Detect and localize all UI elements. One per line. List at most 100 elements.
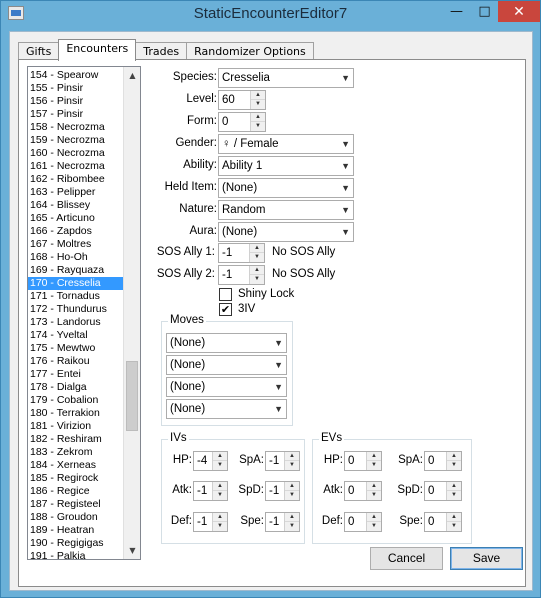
list-item[interactable]: 185 - Regirock — [28, 472, 123, 485]
list-item[interactable]: 166 - Zapdos — [28, 225, 123, 238]
shiny-lock-label[interactable]: Shiny Lock — [238, 288, 294, 300]
species-dropdown[interactable]: Cresselia ▼ — [218, 68, 354, 88]
spin-down-icon[interactable]: ▼ — [447, 491, 461, 500]
list-item[interactable]: 164 - Blissey — [28, 199, 123, 212]
ev-hp-stepper[interactable]: 0 ▲ ▼ — [344, 451, 382, 471]
gender-dropdown[interactable]: ♀ / Female ▼ — [218, 134, 354, 154]
spin-up-icon[interactable]: ▲ — [367, 482, 381, 491]
list-item[interactable]: 178 - Dialga — [28, 381, 123, 394]
spin-down-icon[interactable]: ▼ — [213, 522, 227, 531]
list-item[interactable]: 189 - Heatran — [28, 524, 123, 537]
list-item[interactable]: 160 - Necrozma — [28, 147, 123, 160]
list-item[interactable]: 190 - Regigigas — [28, 537, 123, 550]
move-4-dropdown[interactable]: (None) ▼ — [166, 399, 287, 419]
held-item-dropdown[interactable]: (None) ▼ — [218, 178, 354, 198]
list-item[interactable]: 173 - Landorus — [28, 316, 123, 329]
ev-def-spin-buttons[interactable]: ▲ ▼ — [366, 513, 381, 531]
scroll-down-icon[interactable]: ▼ — [124, 542, 140, 559]
tab-encounters[interactable]: Encounters — [58, 39, 137, 61]
spin-up-icon[interactable]: ▲ — [447, 482, 461, 491]
nature-dropdown[interactable]: Random ▼ — [218, 200, 354, 220]
iv-hp-stepper[interactable]: -4 ▲ ▼ — [193, 451, 228, 471]
spin-down-icon[interactable]: ▼ — [447, 522, 461, 531]
list-item[interactable]: 159 - Necrozma — [28, 134, 123, 147]
close-button[interactable]: ✕ — [498, 1, 540, 22]
spin-up-icon[interactable]: ▲ — [447, 513, 461, 522]
spin-up-icon[interactable]: ▲ — [367, 452, 381, 461]
ev-spd-spin-buttons[interactable]: ▲ ▼ — [446, 482, 461, 500]
spin-down-icon[interactable]: ▼ — [285, 522, 299, 531]
list-item[interactable]: 187 - Registeel — [28, 498, 123, 511]
list-item[interactable]: 177 - Entei — [28, 368, 123, 381]
list-item[interactable]: 188 - Groudon — [28, 511, 123, 524]
iv-spe-stepper[interactable]: -1 ▲ ▼ — [265, 512, 300, 532]
list-item[interactable]: 168 - Ho-Oh — [28, 251, 123, 264]
sos-ally-1-stepper[interactable]: -1 ▲ ▼ — [218, 243, 265, 263]
ev-spa-stepper[interactable]: 0 ▲ ▼ — [424, 451, 462, 471]
spin-up-icon[interactable]: ▲ — [285, 482, 299, 491]
list-item[interactable]: 163 - Pelipper — [28, 186, 123, 199]
list-item[interactable]: 154 - Spearow — [28, 69, 123, 82]
spin-down-icon[interactable]: ▼ — [367, 491, 381, 500]
title-bar[interactable]: StaticEncounterEditor7 — □ ✕ — [1, 1, 540, 29]
list-item[interactable]: 184 - Xerneas — [28, 459, 123, 472]
ev-atk-spin-buttons[interactable]: ▲ ▼ — [366, 482, 381, 500]
minimize-button[interactable]: — — [443, 1, 470, 22]
spin-down-icon[interactable]: ▼ — [250, 275, 264, 284]
iv-spd-spin-buttons[interactable]: ▲ ▼ — [284, 482, 299, 500]
list-item[interactable]: 169 - Rayquaza — [28, 264, 123, 277]
sos-ally-2-stepper[interactable]: -1 ▲ ▼ — [218, 265, 265, 285]
iv-def-stepper[interactable]: -1 ▲ ▼ — [193, 512, 228, 532]
list-item[interactable]: 156 - Pinsir — [28, 95, 123, 108]
list-item[interactable]: 186 - Regice — [28, 485, 123, 498]
level-spin-buttons[interactable]: ▲ ▼ — [250, 91, 265, 109]
ev-atk-stepper[interactable]: 0 ▲ ▼ — [344, 481, 382, 501]
ability-dropdown[interactable]: Ability 1 ▼ — [218, 156, 354, 176]
spin-up-icon[interactable]: ▲ — [251, 91, 265, 100]
list-item[interactable]: 180 - Terrakion — [28, 407, 123, 420]
list-scrollbar[interactable]: ▲ ▼ — [123, 67, 140, 559]
list-item[interactable]: 170 - Cresselia — [28, 277, 123, 290]
spin-up-icon[interactable]: ▲ — [213, 452, 227, 461]
iv-spa-spin-buttons[interactable]: ▲ ▼ — [284, 452, 299, 470]
spin-up-icon[interactable]: ▲ — [367, 513, 381, 522]
spin-down-icon[interactable]: ▼ — [251, 100, 265, 109]
list-item[interactable]: 158 - Necrozma — [28, 121, 123, 134]
list-item[interactable]: 182 - Reshiram — [28, 433, 123, 446]
list-item[interactable]: 175 - Mewtwo — [28, 342, 123, 355]
spin-down-icon[interactable]: ▼ — [250, 253, 264, 262]
iv-spa-stepper[interactable]: -1 ▲ ▼ — [265, 451, 300, 471]
encounter-listbox[interactable]: 154 - Spearow 155 - Pinsir 156 - Pinsir 157… — [27, 66, 141, 560]
spin-up-icon[interactable]: ▲ — [447, 452, 461, 461]
list-item[interactable]: 172 - Thundurus — [28, 303, 123, 316]
spin-up-icon[interactable]: ▲ — [250, 244, 264, 253]
spin-down-icon[interactable]: ▼ — [251, 122, 265, 131]
list-item[interactable]: 183 - Zekrom — [28, 446, 123, 459]
scroll-up-icon[interactable]: ▲ — [124, 67, 140, 84]
ev-spa-spin-buttons[interactable]: ▲ ▼ — [446, 452, 461, 470]
ev-def-stepper[interactable]: 0 ▲ ▼ — [344, 512, 382, 532]
scroll-thumb[interactable] — [126, 361, 138, 431]
spin-up-icon[interactable]: ▲ — [285, 452, 299, 461]
list-item[interactable]: 181 - Virizion — [28, 420, 123, 433]
list-item[interactable]: 176 - Raikou — [28, 355, 123, 368]
spin-down-icon[interactable]: ▼ — [367, 461, 381, 470]
spin-up-icon[interactable]: ▲ — [285, 513, 299, 522]
spin-up-icon[interactable]: ▲ — [213, 513, 227, 522]
sos-ally-2-spin-buttons[interactable]: ▲ ▼ — [249, 266, 264, 284]
move-2-dropdown[interactable]: (None) ▼ — [166, 355, 287, 375]
list-item[interactable]: 161 - Necrozma — [28, 160, 123, 173]
iv-atk-spin-buttons[interactable]: ▲ ▼ — [212, 482, 227, 500]
ev-hp-spin-buttons[interactable]: ▲ ▼ — [366, 452, 381, 470]
shiny-lock-checkbox[interactable] — [219, 288, 232, 301]
spin-down-icon[interactable]: ▼ — [285, 461, 299, 470]
move-3-dropdown[interactable]: (None) ▼ — [166, 377, 287, 397]
spin-down-icon[interactable]: ▼ — [285, 491, 299, 500]
list-item[interactable]: 155 - Pinsir — [28, 82, 123, 95]
save-button[interactable]: Save — [450, 547, 523, 570]
cancel-button[interactable]: Cancel — [370, 547, 443, 570]
three-iv-checkbox[interactable]: ✔ — [219, 303, 232, 316]
aura-dropdown[interactable]: (None) ▼ — [218, 222, 354, 242]
spin-up-icon[interactable]: ▲ — [251, 113, 265, 122]
list-item[interactable]: 171 - Tornadus — [28, 290, 123, 303]
